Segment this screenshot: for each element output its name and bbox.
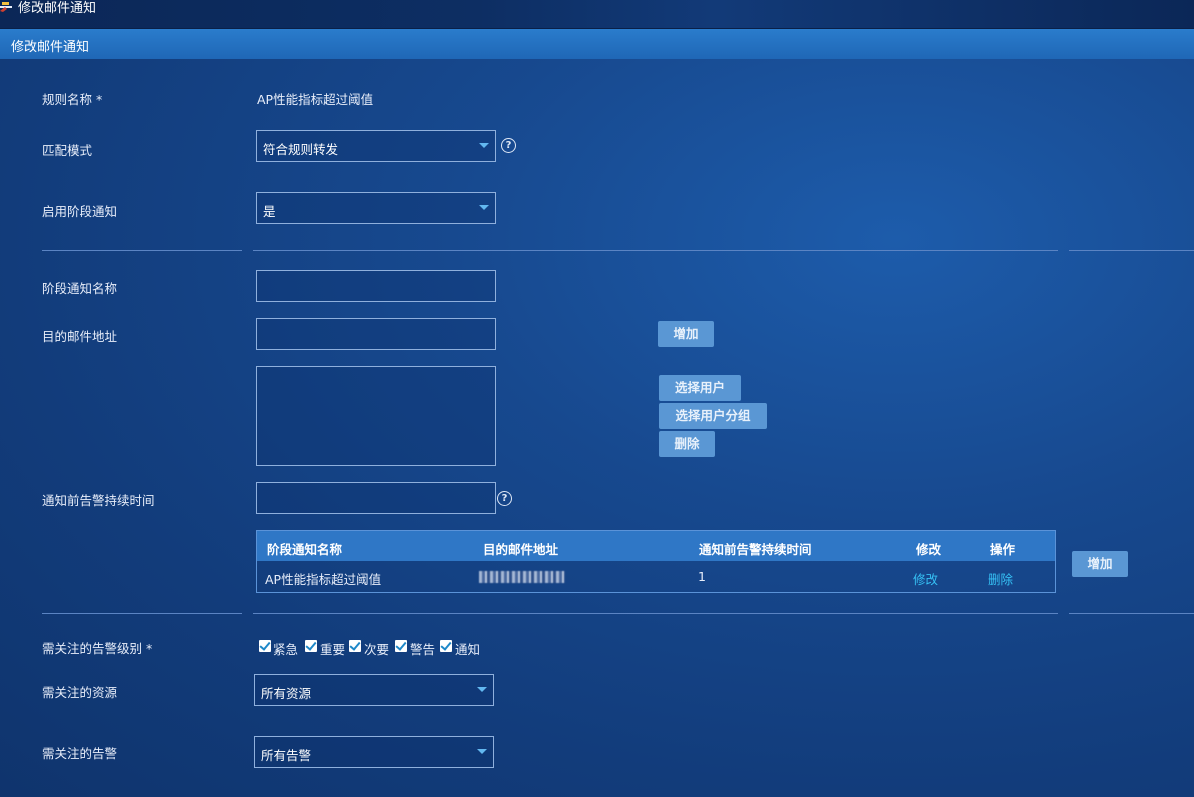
add-stage-button[interactable]: 增加 bbox=[1072, 551, 1128, 577]
resource-selected: 所有资源 bbox=[261, 686, 312, 701]
divider bbox=[253, 250, 1058, 251]
severity-checkbox-info[interactable] bbox=[440, 640, 452, 652]
chevron-down-icon bbox=[479, 205, 489, 210]
severity-checkbox-warning[interactable] bbox=[395, 640, 407, 652]
stage-enable-label: 启用阶段通知 bbox=[42, 204, 118, 219]
stage-enable-select[interactable]: 是 bbox=[256, 192, 496, 224]
severity-label: 需关注的告警级别 * bbox=[42, 641, 153, 656]
select-user-group-button[interactable]: 选择用户分组 bbox=[659, 403, 767, 429]
stage-name-input[interactable] bbox=[256, 270, 496, 302]
severity-label-warning: 警告 bbox=[410, 642, 436, 657]
column-header: 通知前告警持续时间 bbox=[699, 542, 812, 557]
severity-checkbox-critical[interactable] bbox=[259, 640, 271, 652]
divider bbox=[42, 613, 242, 614]
column-header: 修改 bbox=[916, 542, 942, 557]
row-edit-link[interactable]: 修改 bbox=[913, 569, 938, 588]
stage-table: 阶段通知名称 目的邮件地址 通知前告警持续时间 修改 操作 AP性能指标超过阈值… bbox=[256, 530, 1056, 593]
chevron-down-icon bbox=[477, 749, 487, 754]
divider bbox=[253, 613, 1058, 614]
edit-icon bbox=[0, 2, 12, 12]
window-titlebar: 修改邮件通知 bbox=[0, 0, 1194, 29]
help-icon[interactable]: ? bbox=[497, 491, 512, 506]
resource-select[interactable]: 所有资源 bbox=[254, 674, 494, 706]
row-email-redacted bbox=[479, 571, 565, 583]
stage-name-label: 阶段通知名称 bbox=[42, 281, 118, 296]
window-title: 修改邮件通知 bbox=[18, 1, 97, 16]
duration-label: 通知前告警持续时间 bbox=[42, 493, 155, 508]
divider bbox=[1069, 613, 1194, 614]
match-mode-label: 匹配模式 bbox=[42, 143, 93, 158]
chevron-down-icon bbox=[479, 143, 489, 148]
alarm-select[interactable]: 所有告警 bbox=[254, 736, 494, 768]
recipient-list[interactable] bbox=[256, 366, 496, 466]
section-title: 修改邮件通知 bbox=[11, 40, 90, 55]
severity-label-minor: 次要 bbox=[364, 642, 390, 657]
email-input[interactable] bbox=[256, 318, 496, 350]
severity-checkbox-major[interactable] bbox=[305, 640, 317, 652]
alarm-selected: 所有告警 bbox=[261, 748, 312, 763]
match-mode-selected: 符合规则转发 bbox=[263, 142, 339, 157]
select-user-button[interactable]: 选择用户 bbox=[659, 375, 741, 401]
resource-label: 需关注的资源 bbox=[42, 685, 118, 700]
divider bbox=[1069, 250, 1194, 251]
column-header: 操作 bbox=[990, 542, 1016, 557]
severity-checkbox-minor[interactable] bbox=[349, 640, 361, 652]
match-mode-select[interactable]: 符合规则转发 bbox=[256, 130, 496, 162]
email-label: 目的邮件地址 bbox=[42, 329, 118, 344]
add-email-button[interactable]: 增加 bbox=[658, 321, 714, 347]
divider bbox=[42, 250, 242, 251]
column-header: 目的邮件地址 bbox=[483, 542, 559, 557]
rule-name-label: 规则名称 * bbox=[42, 92, 103, 107]
chevron-down-icon bbox=[477, 687, 487, 692]
row-duration: 1 bbox=[698, 569, 706, 584]
alarm-label: 需关注的告警 bbox=[42, 746, 118, 761]
severity-label-critical: 紧急 bbox=[273, 642, 299, 657]
table-header: 阶段通知名称 目的邮件地址 通知前告警持续时间 修改 操作 bbox=[257, 531, 1055, 561]
row-stage-name: AP性能指标超过阈值 bbox=[265, 572, 382, 587]
column-header: 阶段通知名称 bbox=[267, 542, 343, 557]
section-header: 修改邮件通知 bbox=[0, 29, 1194, 59]
stage-enable-selected: 是 bbox=[263, 204, 276, 219]
delete-recipient-button[interactable]: 删除 bbox=[659, 431, 715, 457]
severity-label-major: 重要 bbox=[320, 642, 346, 657]
severity-label-info: 通知 bbox=[455, 642, 481, 657]
help-icon[interactable]: ? bbox=[501, 138, 516, 153]
rule-name-value: AP性能指标超过阈值 bbox=[257, 92, 374, 107]
duration-input[interactable] bbox=[256, 482, 496, 514]
row-delete-link[interactable]: 删除 bbox=[988, 569, 1013, 588]
